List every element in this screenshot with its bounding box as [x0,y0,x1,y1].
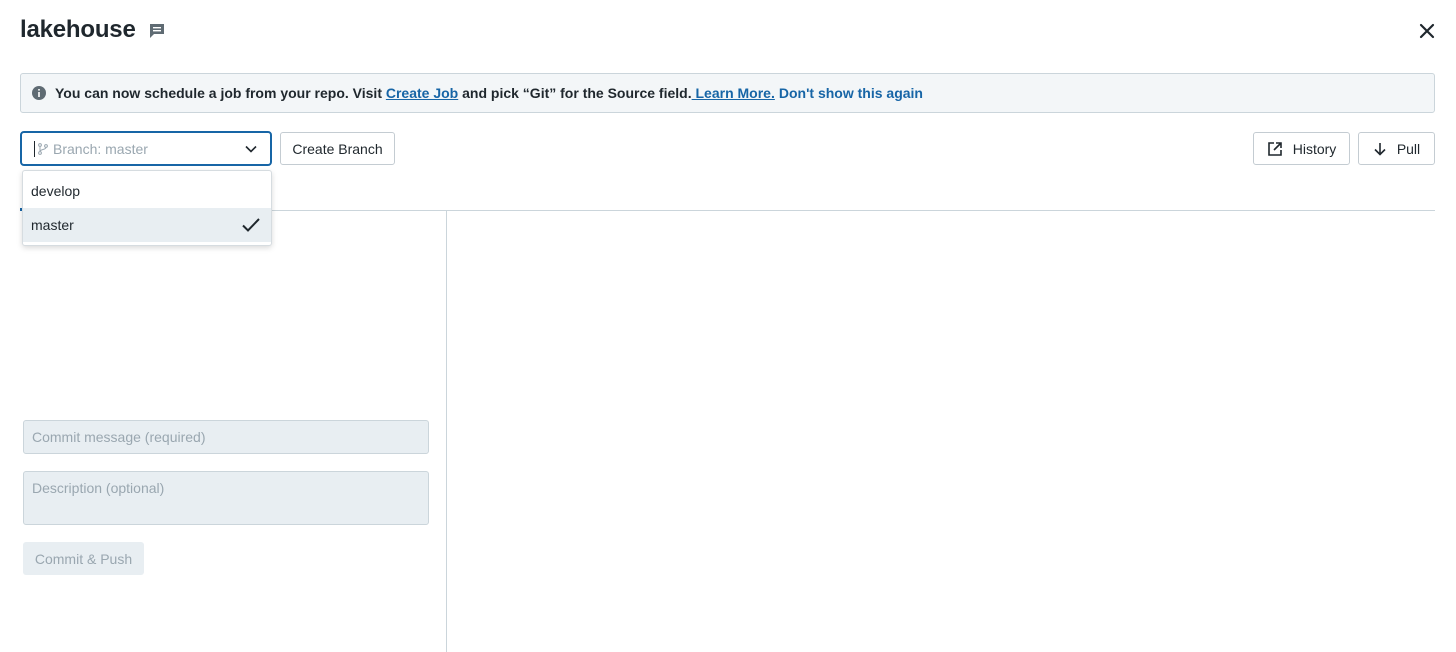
pull-label: Pull [1396,140,1421,157]
commit-push-button[interactable]: Commit & Push [23,542,144,575]
history-label: History [1292,140,1337,157]
branch-option-master[interactable]: master [23,208,271,242]
banner-text-before: You can now schedule a job from your rep… [55,85,386,101]
page-title: lakehouse [20,16,136,43]
branch-option-label: develop [31,183,81,199]
panel-divider [446,211,447,652]
pull-button[interactable]: Pull [1358,132,1435,165]
branch-dropdown: develop master [22,170,272,246]
info-banner: You can now schedule a job from your rep… [20,73,1435,113]
close-button[interactable] [1414,18,1440,44]
branch-icon [38,142,48,155]
learn-more-link[interactable]: Learn More. [692,85,774,101]
info-icon [32,86,46,100]
history-button[interactable]: History [1253,132,1350,165]
branch-select-placeholder: Branch: master [53,140,148,157]
branch-option-label: master [31,217,74,233]
external-link-icon [1267,141,1282,156]
create-branch-label: Create Branch [292,140,383,157]
checkmark-icon [242,218,260,232]
chevron-down-icon [245,145,257,153]
commit-message-input[interactable] [23,420,429,454]
branch-option-develop[interactable]: develop [23,174,271,208]
create-branch-button[interactable]: Create Branch [280,132,395,165]
close-icon [1419,23,1435,39]
arrow-down-icon [1374,142,1386,156]
branch-select[interactable]: Branch: master [20,131,272,166]
text-cursor [34,140,35,157]
banner-text-middle: and pick “Git” for the Source field. [458,85,692,101]
commit-description-input[interactable] [23,471,429,525]
dont-show-again-link[interactable]: Don't show this again [779,85,923,101]
comment-icon[interactable] [148,22,166,40]
create-job-link[interactable]: Create Job [386,85,458,101]
